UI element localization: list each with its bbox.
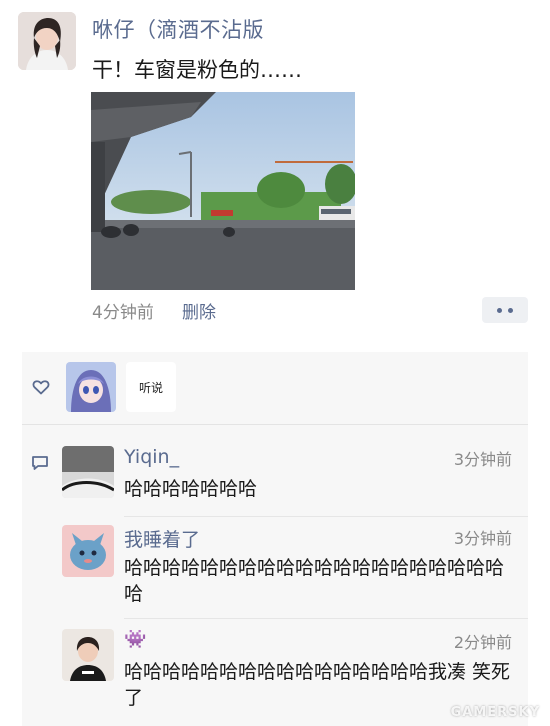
commenter-avatar-image [62,629,114,681]
comment-text: 哈哈哈哈哈哈哈哈哈哈哈哈哈哈哈哈哈哈哈哈哈 [124,557,505,605]
comment-text: 哈哈哈哈哈哈哈 [124,478,258,500]
comment-item[interactable]: Yiqin_ 3分钟前 哈哈哈哈哈哈哈 [62,446,528,506]
anime-avatar-image [66,362,116,412]
post-author-name[interactable]: 咻仔（滴酒不沾版 [92,14,264,44]
moments-screen: 咻仔（滴酒不沾版 干！车窗是粉色的…… 4分钟前 删除 听说 Yiqin_ 3分… [0,0,550,726]
commenter-name[interactable]: 我睡着了 [124,525,200,552]
commenter-avatar[interactable] [62,629,114,681]
heart-icon [32,380,50,395]
watermark-text: GAMERSKY [450,705,540,720]
comment-time: 3分钟前 [453,529,512,548]
commenter-avatar-image [62,446,114,498]
comment-icon [32,456,48,470]
liker-avatar[interactable]: 听说 [126,362,176,412]
commenter-avatar-image [62,525,114,577]
comment-divider [124,618,528,619]
commenter-name[interactable]: 👾 [124,629,146,650]
commenter-name[interactable]: Yiqin_ [124,446,179,468]
author-avatar[interactable] [18,12,76,70]
delete-button[interactable]: 删除 [182,298,216,323]
commenter-avatar[interactable] [62,446,114,498]
panel-divider [22,424,528,425]
comment-time: 3分钟前 [453,450,512,469]
post-timestamp: 4分钟前 [92,303,154,323]
comment-divider [124,516,528,517]
commenter-avatar[interactable] [62,525,114,577]
liker-avatar[interactable] [66,362,116,412]
street-photo [91,92,355,290]
liker-avatar-text: 听说 [138,380,163,395]
more-options-button[interactable] [482,297,528,323]
comment-time: 2分钟前 [453,633,512,652]
interaction-panel: 听说 Yiqin_ 3分钟前 哈哈哈哈哈哈哈 我睡着了 3分钟前 哈哈哈哈哈哈哈… [22,352,528,726]
comment-text: 哈哈哈哈哈哈哈哈哈哈哈哈哈哈哈哈我凑 笑死了 [124,661,511,709]
post-photo[interactable] [91,92,355,290]
author-avatar-image [18,12,76,70]
more-dot-icon [508,307,513,313]
more-dot-icon [497,307,502,313]
comment-item[interactable]: 我睡着了 3分钟前 哈哈哈哈哈哈哈哈哈哈哈哈哈哈哈哈哈哈哈哈哈 [62,525,528,610]
post-text: 干！车窗是粉色的…… [92,58,302,82]
